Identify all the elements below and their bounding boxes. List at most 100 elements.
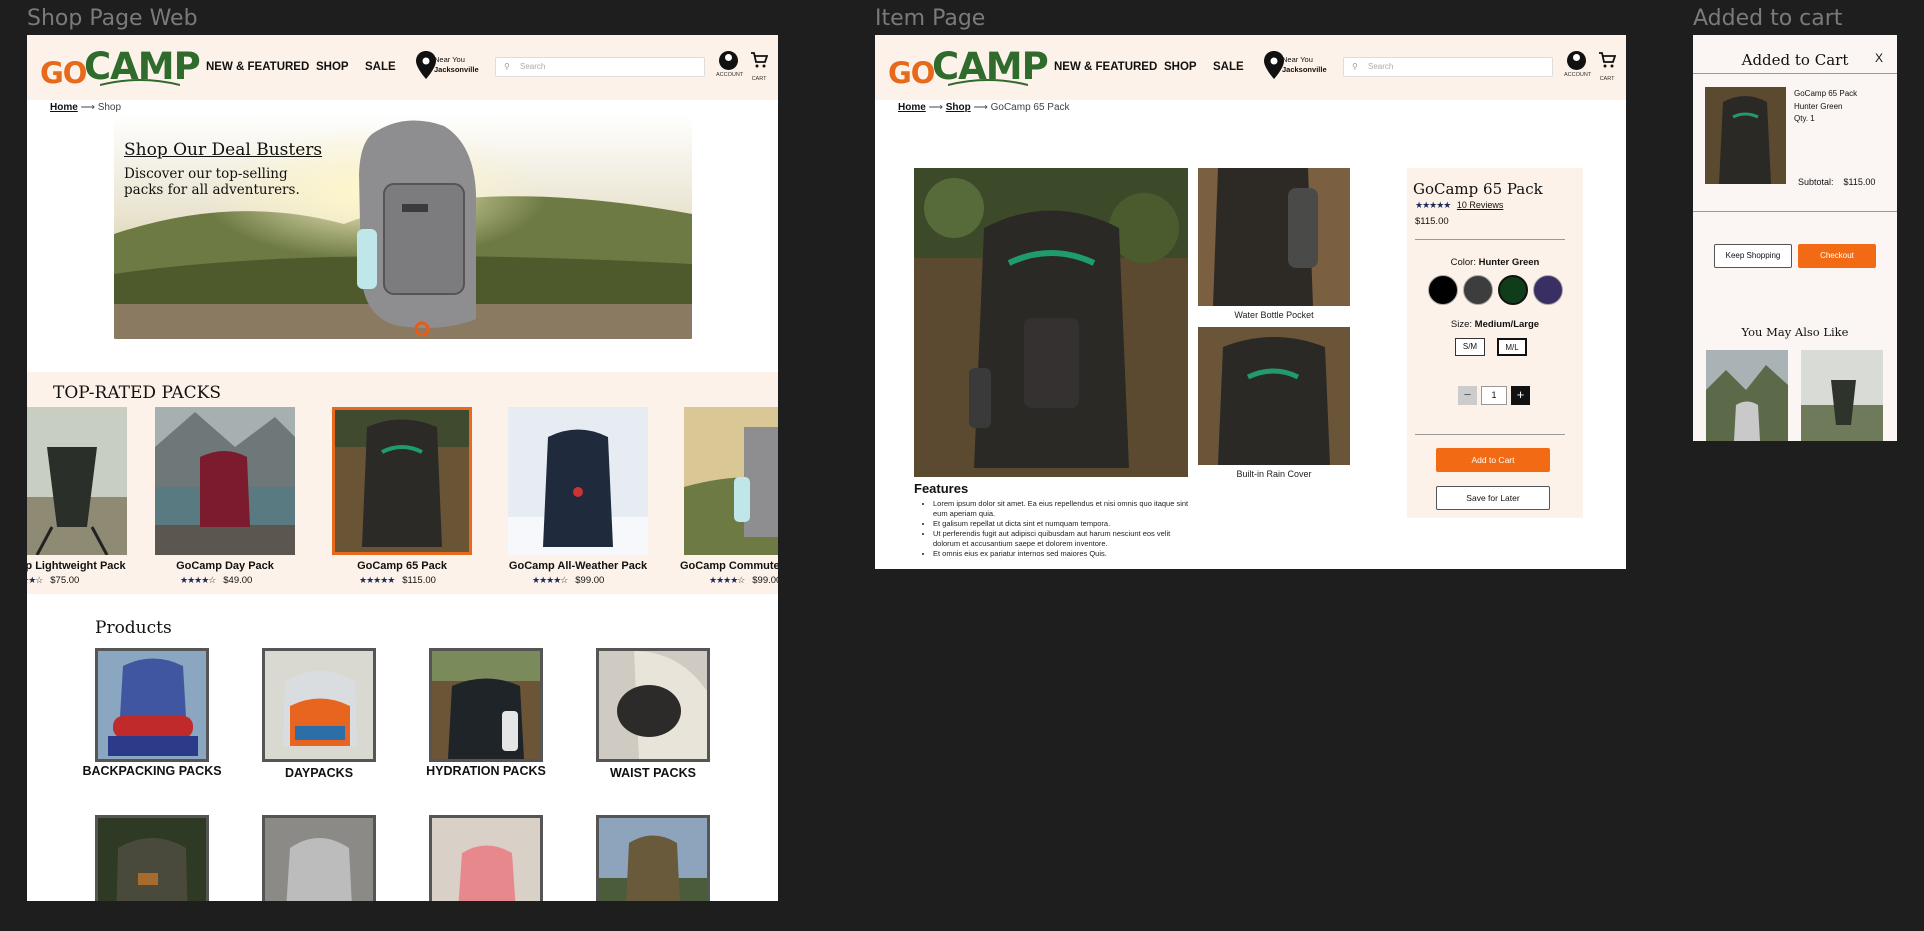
near-you[interactable]: Near You Jacksonville bbox=[1282, 55, 1327, 75]
category-image-row2[interactable] bbox=[95, 815, 209, 901]
account-button[interactable]: ACCOUNT bbox=[1564, 51, 1592, 78]
product-photo bbox=[98, 818, 206, 901]
cart-button[interactable]: CART bbox=[1597, 51, 1617, 82]
item-page-frame: GO CAMP NEW & FEATURED SHOP SALE Near Yo… bbox=[875, 35, 1626, 569]
product-thumb-water-bottle[interactable] bbox=[1198, 168, 1350, 306]
shop-page-frame: GO CAMP NEW & FEATURED SHOP SALE Near Yo… bbox=[27, 35, 778, 901]
product-card-image-selected[interactable] bbox=[332, 407, 472, 555]
breadcrumb-shop[interactable]: Shop bbox=[946, 102, 971, 113]
close-icon[interactable]: X bbox=[1875, 51, 1883, 65]
hero-title[interactable]: Shop Our Deal Busters bbox=[124, 140, 322, 160]
top-pack-name[interactable]: GoCamp Lightweight Pack bbox=[27, 560, 146, 572]
top-pack-name[interactable]: GoCamp All-Weather Pack bbox=[488, 560, 668, 572]
account-icon bbox=[718, 51, 738, 70]
category-waist-label[interactable]: WAIST PACKS bbox=[583, 765, 723, 782]
top-pack-name[interactable]: GoCamp Day Pack bbox=[135, 560, 315, 572]
near-you[interactable]: Near You Jacksonville bbox=[434, 55, 479, 75]
rating-stars: ★★★★★ bbox=[359, 575, 395, 585]
products-title: Products bbox=[95, 618, 172, 638]
cart-item-qty: Qty. 1 bbox=[1794, 114, 1815, 123]
top-pack-meta: ★★★★☆ $75.00 bbox=[27, 575, 79, 586]
cart-item-name: GoCamp 65 Pack bbox=[1794, 89, 1858, 98]
save-for-later-button[interactable]: Save for Later bbox=[1436, 486, 1550, 510]
frame-title-cart: Added to cart bbox=[1693, 6, 1843, 31]
search-input[interactable]: ⚲ Search bbox=[1343, 57, 1553, 77]
commuter-pack-image bbox=[684, 407, 778, 555]
near-you-label: Near You bbox=[434, 55, 465, 64]
product-thumb-rain-cover[interactable] bbox=[1198, 327, 1350, 465]
category-daypacks-image[interactable] bbox=[262, 648, 376, 762]
logo-swoosh-icon bbox=[100, 79, 180, 86]
category-image-row2[interactable] bbox=[429, 815, 543, 901]
product-photo bbox=[432, 818, 540, 901]
nav-new-featured[interactable]: NEW & FEATURED bbox=[1054, 61, 1157, 73]
color-value: Hunter Green bbox=[1478, 257, 1540, 268]
swatch-black[interactable] bbox=[1428, 275, 1458, 305]
divider bbox=[1693, 211, 1897, 212]
category-daypacks-label[interactable]: DAYPACKS bbox=[249, 765, 389, 782]
logo-go-text: GO bbox=[40, 56, 87, 90]
cart-button[interactable]: CART bbox=[749, 51, 769, 82]
category-backpacking-image[interactable] bbox=[95, 648, 209, 762]
cart-label: CART bbox=[751, 76, 767, 82]
category-waist-image[interactable] bbox=[596, 648, 710, 762]
nav-shop[interactable]: SHOP bbox=[1164, 61, 1197, 73]
product-card-image[interactable] bbox=[684, 407, 778, 555]
hydration-image bbox=[432, 651, 540, 759]
qty-minus-button[interactable]: − bbox=[1458, 386, 1477, 405]
lightweight-pack-image bbox=[27, 407, 127, 555]
product-card-image[interactable] bbox=[508, 407, 648, 555]
recommendations-title: You May Also Like bbox=[1741, 325, 1849, 339]
checkout-button[interactable]: Checkout bbox=[1798, 244, 1876, 268]
breadcrumb: Home ⟶ Shop bbox=[50, 102, 121, 113]
added-to-cart-frame: Added to Cart X GoCamp 65 Pack Hunter Gr… bbox=[1693, 35, 1897, 441]
size-sm-button[interactable]: S/M bbox=[1455, 338, 1485, 356]
top-pack-meta: ★★★★☆ $49.00 bbox=[180, 575, 252, 586]
nav-sale[interactable]: SALE bbox=[365, 61, 396, 73]
recommendation-card[interactable] bbox=[1706, 350, 1788, 441]
nav-new-featured[interactable]: NEW & FEATURED bbox=[206, 61, 309, 73]
size-label-text: Size: bbox=[1450, 319, 1473, 330]
category-hydration-image[interactable] bbox=[429, 648, 543, 762]
nav-shop[interactable]: SHOP bbox=[316, 61, 349, 73]
qty-input[interactable]: 1 bbox=[1481, 386, 1507, 405]
add-to-cart-button[interactable]: Add to Cart bbox=[1436, 448, 1550, 472]
search-input[interactable]: ⚲ Search bbox=[495, 57, 705, 77]
gocamp-logo[interactable]: GO CAMP bbox=[40, 45, 201, 90]
breadcrumb-home[interactable]: Home bbox=[50, 102, 78, 113]
product-card-image[interactable] bbox=[155, 407, 295, 555]
reviews-link[interactable]: 10 Reviews bbox=[1457, 200, 1504, 210]
category-hydration-label[interactable]: HYDRATION PACKS bbox=[416, 763, 556, 780]
swatch-purple[interactable] bbox=[1533, 275, 1563, 305]
breadcrumb-home[interactable]: Home bbox=[898, 102, 926, 113]
top-pack-name[interactable]: GoCamp Commuter bbox=[664, 560, 778, 572]
65-pack-thumb bbox=[1705, 87, 1786, 184]
product-photo bbox=[265, 818, 373, 901]
feature-item: Et omnis eius ex pariatur internos sed m… bbox=[933, 549, 1193, 559]
keep-shopping-button[interactable]: Keep Shopping bbox=[1714, 244, 1792, 268]
arrow-right-icon: ⟶ bbox=[80, 102, 98, 113]
divider bbox=[1415, 434, 1565, 435]
qty-plus-button[interactable]: + bbox=[1511, 386, 1530, 405]
product-card-image[interactable] bbox=[27, 407, 127, 555]
swatch-hunter-green[interactable] bbox=[1498, 275, 1528, 305]
category-image-row2[interactable] bbox=[262, 815, 376, 901]
gocamp-logo[interactable]: GO CAMP bbox=[888, 45, 1049, 90]
swatch-gray[interactable] bbox=[1463, 275, 1493, 305]
site-header: GO CAMP NEW & FEATURED SHOP SALE Near Yo… bbox=[27, 35, 778, 100]
rating-stars: ★★★★☆ bbox=[532, 575, 568, 585]
product-main-image[interactable] bbox=[914, 168, 1188, 477]
size-ml-button[interactable]: M/L bbox=[1497, 338, 1527, 356]
water-bottle-pocket-photo bbox=[1198, 168, 1350, 306]
category-image-row2[interactable] bbox=[596, 815, 710, 901]
account-label: ACCOUNT bbox=[1564, 72, 1592, 78]
top-pack-name[interactable]: GoCamp 65 Pack bbox=[312, 560, 492, 572]
divider bbox=[1415, 239, 1565, 240]
top-rated-title: TOP-RATED PACKS bbox=[53, 383, 221, 403]
hero-subtitle: Discover our top-selling packs for all a… bbox=[124, 166, 300, 198]
product-photo bbox=[599, 818, 707, 901]
category-backpacking-label[interactable]: BACKPACKING PACKS bbox=[82, 763, 222, 780]
nav-sale[interactable]: SALE bbox=[1213, 61, 1244, 73]
recommendation-card[interactable] bbox=[1801, 350, 1883, 441]
account-button[interactable]: ACCOUNT bbox=[716, 51, 743, 78]
